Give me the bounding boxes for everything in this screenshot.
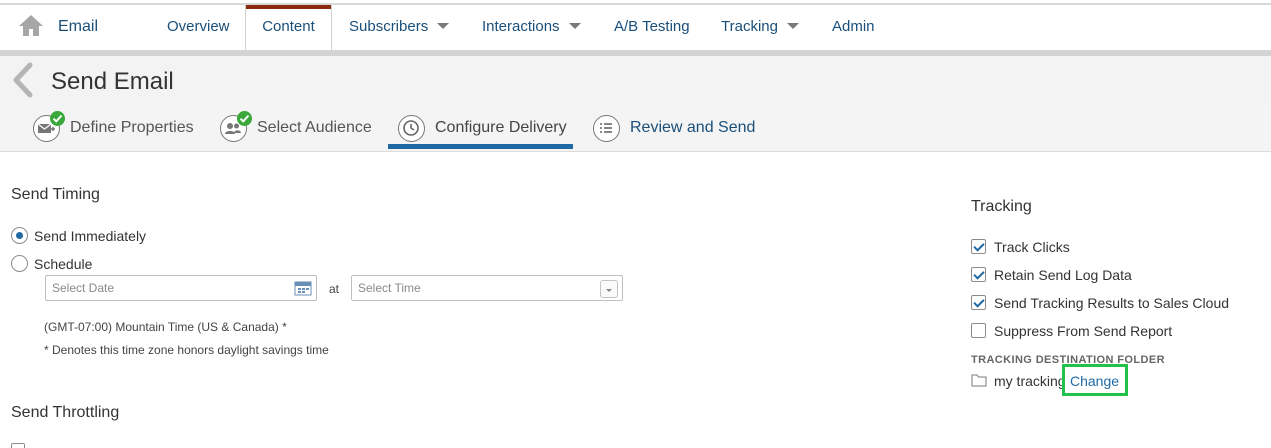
tracking-title: Tracking bbox=[971, 198, 1032, 215]
throttling-checkbox[interactable] bbox=[11, 443, 25, 448]
wizard-steps: Define Properties Select Audience Config… bbox=[0, 102, 1271, 152]
app-name[interactable]: Email bbox=[58, 18, 98, 36]
step-label: Select Audience bbox=[257, 119, 372, 136]
time-input[interactable] bbox=[358, 281, 558, 295]
active-tab-indicator bbox=[246, 5, 331, 9]
list-icon bbox=[600, 123, 612, 133]
time-field[interactable] bbox=[351, 275, 623, 301]
timezone-note: (GMT-07:00) Mountain Time (US & Canada) … bbox=[44, 320, 287, 334]
top-navigation: Email Overview Content Subscribers Inter… bbox=[0, 0, 1271, 56]
calendar-icon[interactable] bbox=[294, 280, 312, 296]
date-field[interactable] bbox=[45, 275, 317, 301]
send-immediately-label: Send Immediately bbox=[34, 228, 147, 244]
complete-check-icon bbox=[50, 111, 65, 126]
nav-content-label: Content bbox=[262, 18, 315, 35]
suppress-report-checkbox[interactable] bbox=[971, 323, 986, 338]
dst-note: * Denotes this time zone honors daylight… bbox=[44, 343, 329, 357]
date-input[interactable] bbox=[52, 281, 252, 295]
at-label: at bbox=[329, 282, 340, 296]
back-chevron-icon[interactable] bbox=[10, 62, 36, 98]
nav-admin[interactable]: Admin bbox=[832, 18, 875, 35]
track-clicks-checkbox[interactable] bbox=[971, 239, 986, 254]
retain-log-checkbox[interactable] bbox=[971, 267, 986, 282]
change-folder-link[interactable]: Change bbox=[1062, 364, 1128, 396]
step-label: Review and Send bbox=[630, 119, 756, 136]
chevron-down-icon bbox=[437, 23, 450, 29]
page-header: Send Email bbox=[0, 56, 1271, 102]
suppress-report-label: Suppress From Send Report bbox=[994, 323, 1173, 339]
top-divider bbox=[0, 3, 1271, 5]
step-label: Define Properties bbox=[70, 119, 194, 136]
change-folder-label[interactable]: Change bbox=[1070, 373, 1119, 389]
folder-icon bbox=[971, 374, 987, 387]
home-icon[interactable] bbox=[18, 13, 44, 37]
nav-subscribers-label: Subscribers bbox=[349, 18, 429, 35]
chevron-down-icon bbox=[786, 23, 799, 29]
complete-check-icon bbox=[237, 111, 252, 126]
sales-cloud-label: Send Tracking Results to Sales Cloud bbox=[994, 295, 1230, 311]
time-dropdown-button[interactable] bbox=[600, 280, 618, 298]
send-throttling-title: Send Throttling bbox=[11, 404, 120, 421]
schedule-label: Schedule bbox=[34, 256, 93, 272]
nav-content-tab[interactable]: Content bbox=[245, 5, 332, 56]
retain-log-label: Retain Send Log Data bbox=[994, 267, 1132, 283]
step-label: Configure Delivery bbox=[435, 119, 567, 136]
send-immediately-radio[interactable] bbox=[11, 227, 28, 244]
step-icon-circle bbox=[593, 115, 620, 142]
tracking-folder-name: my tracking bbox=[994, 373, 1066, 389]
nav-subscribers[interactable]: Subscribers bbox=[349, 18, 450, 35]
step-icon-circle bbox=[398, 115, 425, 142]
send-timing-title: Send Timing bbox=[11, 186, 100, 203]
page-title: Send Email bbox=[51, 68, 174, 95]
nav-tracking[interactable]: Tracking bbox=[721, 18, 799, 35]
schedule-radio[interactable] bbox=[11, 255, 28, 272]
clock-icon bbox=[403, 120, 419, 136]
nav-tracking-label: Tracking bbox=[721, 18, 778, 35]
nav-interactions-label: Interactions bbox=[482, 18, 560, 35]
sales-cloud-checkbox[interactable] bbox=[971, 295, 986, 310]
nav-ab-testing[interactable]: A/B Testing bbox=[614, 18, 690, 35]
nav-interactions[interactable]: Interactions bbox=[482, 18, 581, 35]
nav-overview[interactable]: Overview bbox=[167, 18, 230, 35]
track-clicks-label: Track Clicks bbox=[994, 239, 1070, 255]
chevron-down-icon bbox=[568, 23, 581, 29]
active-step-indicator bbox=[388, 144, 573, 149]
